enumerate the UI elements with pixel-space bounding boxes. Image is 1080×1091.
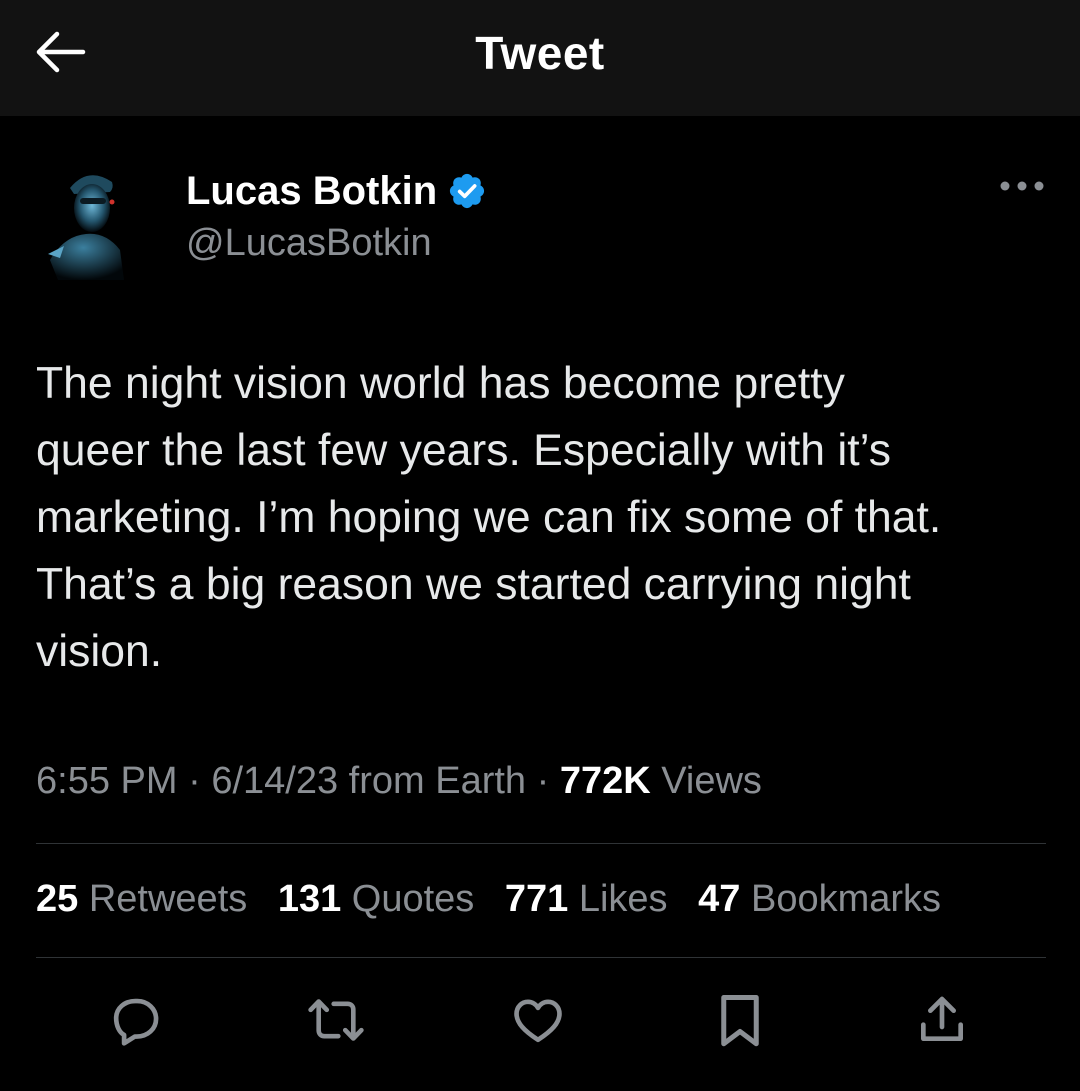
divider	[36, 843, 1046, 844]
more-options-button[interactable]	[994, 170, 1050, 206]
reply-button[interactable]	[104, 990, 168, 1054]
likes-count: 771	[504, 878, 569, 920]
author-name[interactable]: Lucas Botkin	[186, 166, 487, 216]
bookmarks-count: 47	[698, 878, 741, 920]
engagement-stats: 25 Retweets 131 Quotes 771 Likes 47 Book…	[36, 878, 961, 921]
like-heart-icon	[509, 992, 567, 1053]
bookmarks-label: Bookmarks	[750, 878, 942, 920]
reply-icon	[108, 992, 164, 1053]
quotes-label: Quotes	[351, 878, 475, 920]
share-icon	[914, 991, 970, 1054]
views-label: Views	[661, 760, 762, 802]
retweets-stat[interactable]: 25 Retweets	[36, 878, 247, 921]
author-handle[interactable]: @LucasBotkin	[186, 222, 432, 265]
share-button[interactable]	[910, 990, 974, 1054]
views-count: 772K	[559, 760, 651, 802]
like-button[interactable]	[506, 990, 570, 1054]
action-bar	[0, 990, 1080, 1054]
likes-stat[interactable]: 771 Likes	[505, 878, 668, 921]
bookmarks-stat[interactable]: 47 Bookmarks	[698, 878, 941, 921]
tweet-time: 6:55 PM	[36, 760, 178, 802]
page-title: Tweet	[475, 27, 605, 79]
meta-separator: ·	[188, 760, 201, 802]
author-name-text: Lucas Botkin	[186, 168, 438, 213]
tweet-text: The night vision world has become pretty…	[36, 359, 942, 676]
retweets-count: 25	[36, 878, 79, 920]
verified-badge-icon	[447, 171, 487, 211]
tweet-source: from Earth	[348, 760, 527, 802]
divider	[36, 957, 1046, 958]
retweet-button[interactable]	[304, 990, 368, 1054]
retweet-icon	[306, 992, 366, 1053]
quotes-count: 131	[277, 878, 342, 920]
header-bar: Tweet	[0, 0, 1080, 116]
quotes-stat[interactable]: 131 Quotes	[278, 878, 475, 921]
meta-separator: ·	[536, 760, 550, 802]
retweets-label: Retweets	[88, 878, 248, 920]
more-dots-icon	[999, 179, 1045, 197]
tweet-date[interactable]: 6/14/23	[211, 760, 338, 802]
avatar[interactable]	[40, 158, 140, 282]
likes-label: Likes	[578, 878, 668, 920]
bookmark-icon	[715, 990, 765, 1055]
tweet-meta: 6:55 PM · 6/14/23 from Earth · 772K View…	[36, 760, 762, 803]
bookmark-button[interactable]	[708, 990, 772, 1054]
